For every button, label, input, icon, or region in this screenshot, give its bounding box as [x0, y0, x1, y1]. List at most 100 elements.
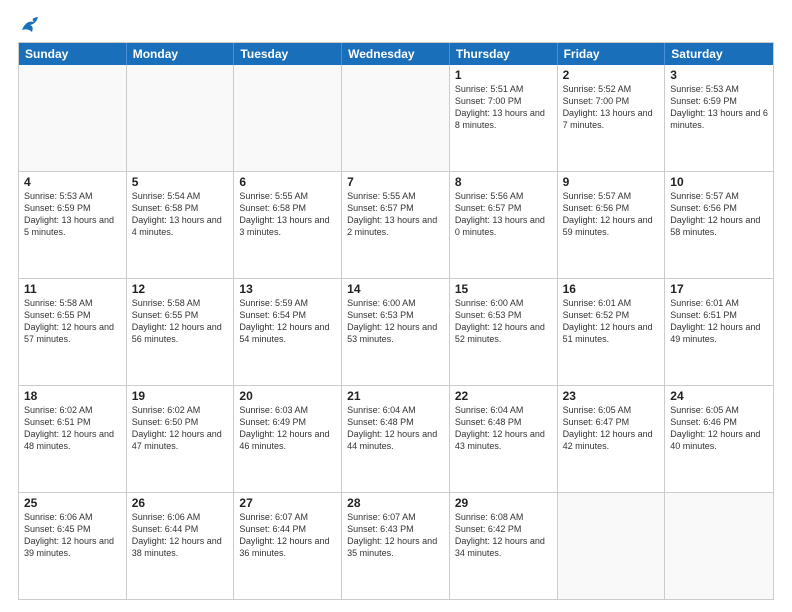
- cell-info: Sunrise: 6:07 AM Sunset: 6:44 PM Dayligh…: [239, 511, 336, 560]
- day-number: 25: [24, 496, 121, 510]
- cell-info: Sunrise: 5:54 AM Sunset: 6:58 PM Dayligh…: [132, 190, 229, 239]
- day-number: 2: [563, 68, 660, 82]
- cell-info: Sunrise: 6:03 AM Sunset: 6:49 PM Dayligh…: [239, 404, 336, 453]
- day-number: 9: [563, 175, 660, 189]
- cell-info: Sunrise: 6:08 AM Sunset: 6:42 PM Dayligh…: [455, 511, 552, 560]
- day-number: 19: [132, 389, 229, 403]
- cell-info: Sunrise: 5:55 AM Sunset: 6:58 PM Dayligh…: [239, 190, 336, 239]
- day-number: 6: [239, 175, 336, 189]
- cal-cell: 25Sunrise: 6:06 AM Sunset: 6:45 PM Dayli…: [19, 493, 127, 599]
- cal-cell: [558, 493, 666, 599]
- calendar-header: SundayMondayTuesdayWednesdayThursdayFrid…: [19, 43, 773, 65]
- cell-info: Sunrise: 5:52 AM Sunset: 7:00 PM Dayligh…: [563, 83, 660, 132]
- cell-info: Sunrise: 5:53 AM Sunset: 6:59 PM Dayligh…: [24, 190, 121, 239]
- cal-cell: 14Sunrise: 6:00 AM Sunset: 6:53 PM Dayli…: [342, 279, 450, 385]
- cal-cell: 24Sunrise: 6:05 AM Sunset: 6:46 PM Dayli…: [665, 386, 773, 492]
- cal-cell: 1Sunrise: 5:51 AM Sunset: 7:00 PM Daylig…: [450, 65, 558, 171]
- header: [18, 16, 774, 34]
- day-header-tuesday: Tuesday: [234, 43, 342, 65]
- cell-info: Sunrise: 5:55 AM Sunset: 6:57 PM Dayligh…: [347, 190, 444, 239]
- logo-bird-icon: [20, 16, 42, 34]
- day-number: 23: [563, 389, 660, 403]
- day-number: 1: [455, 68, 552, 82]
- calendar-body: 1Sunrise: 5:51 AM Sunset: 7:00 PM Daylig…: [19, 65, 773, 599]
- cal-cell: 20Sunrise: 6:03 AM Sunset: 6:49 PM Dayli…: [234, 386, 342, 492]
- cal-cell: 5Sunrise: 5:54 AM Sunset: 6:58 PM Daylig…: [127, 172, 235, 278]
- cell-info: Sunrise: 6:02 AM Sunset: 6:50 PM Dayligh…: [132, 404, 229, 453]
- day-header-wednesday: Wednesday: [342, 43, 450, 65]
- cal-cell: 10Sunrise: 5:57 AM Sunset: 6:56 PM Dayli…: [665, 172, 773, 278]
- cal-cell: [234, 65, 342, 171]
- cal-cell: 2Sunrise: 5:52 AM Sunset: 7:00 PM Daylig…: [558, 65, 666, 171]
- cal-cell: 16Sunrise: 6:01 AM Sunset: 6:52 PM Dayli…: [558, 279, 666, 385]
- day-number: 5: [132, 175, 229, 189]
- cal-cell: 9Sunrise: 5:57 AM Sunset: 6:56 PM Daylig…: [558, 172, 666, 278]
- cal-cell: [665, 493, 773, 599]
- cell-info: Sunrise: 5:58 AM Sunset: 6:55 PM Dayligh…: [24, 297, 121, 346]
- day-header-thursday: Thursday: [450, 43, 558, 65]
- cell-info: Sunrise: 6:04 AM Sunset: 6:48 PM Dayligh…: [347, 404, 444, 453]
- day-number: 12: [132, 282, 229, 296]
- cal-cell: 17Sunrise: 6:01 AM Sunset: 6:51 PM Dayli…: [665, 279, 773, 385]
- cal-cell: 22Sunrise: 6:04 AM Sunset: 6:48 PM Dayli…: [450, 386, 558, 492]
- logo-text: [18, 16, 42, 34]
- day-header-saturday: Saturday: [665, 43, 773, 65]
- cell-info: Sunrise: 6:04 AM Sunset: 6:48 PM Dayligh…: [455, 404, 552, 453]
- day-header-friday: Friday: [558, 43, 666, 65]
- day-number: 18: [24, 389, 121, 403]
- week-row-1: 1Sunrise: 5:51 AM Sunset: 7:00 PM Daylig…: [19, 65, 773, 172]
- cal-cell: 8Sunrise: 5:56 AM Sunset: 6:57 PM Daylig…: [450, 172, 558, 278]
- day-number: 16: [563, 282, 660, 296]
- cell-info: Sunrise: 6:02 AM Sunset: 6:51 PM Dayligh…: [24, 404, 121, 453]
- day-number: 8: [455, 175, 552, 189]
- cell-info: Sunrise: 5:56 AM Sunset: 6:57 PM Dayligh…: [455, 190, 552, 239]
- day-number: 21: [347, 389, 444, 403]
- week-row-4: 18Sunrise: 6:02 AM Sunset: 6:51 PM Dayli…: [19, 386, 773, 493]
- cal-cell: 18Sunrise: 6:02 AM Sunset: 6:51 PM Dayli…: [19, 386, 127, 492]
- cell-info: Sunrise: 6:00 AM Sunset: 6:53 PM Dayligh…: [455, 297, 552, 346]
- day-number: 11: [24, 282, 121, 296]
- calendar: SundayMondayTuesdayWednesdayThursdayFrid…: [18, 42, 774, 600]
- day-number: 22: [455, 389, 552, 403]
- week-row-5: 25Sunrise: 6:06 AM Sunset: 6:45 PM Dayli…: [19, 493, 773, 599]
- cal-cell: 7Sunrise: 5:55 AM Sunset: 6:57 PM Daylig…: [342, 172, 450, 278]
- cal-cell: [342, 65, 450, 171]
- day-number: 14: [347, 282, 444, 296]
- day-number: 10: [670, 175, 768, 189]
- page: SundayMondayTuesdayWednesdayThursdayFrid…: [0, 0, 792, 612]
- day-number: 28: [347, 496, 444, 510]
- cal-cell: 27Sunrise: 6:07 AM Sunset: 6:44 PM Dayli…: [234, 493, 342, 599]
- day-number: 27: [239, 496, 336, 510]
- day-number: 29: [455, 496, 552, 510]
- day-number: 26: [132, 496, 229, 510]
- day-number: 17: [670, 282, 768, 296]
- cal-cell: 11Sunrise: 5:58 AM Sunset: 6:55 PM Dayli…: [19, 279, 127, 385]
- day-number: 7: [347, 175, 444, 189]
- logo: [18, 16, 42, 34]
- cell-info: Sunrise: 6:05 AM Sunset: 6:47 PM Dayligh…: [563, 404, 660, 453]
- cal-cell: [127, 65, 235, 171]
- cal-cell: 28Sunrise: 6:07 AM Sunset: 6:43 PM Dayli…: [342, 493, 450, 599]
- cell-info: Sunrise: 6:01 AM Sunset: 6:51 PM Dayligh…: [670, 297, 768, 346]
- week-row-3: 11Sunrise: 5:58 AM Sunset: 6:55 PM Dayli…: [19, 279, 773, 386]
- cell-info: Sunrise: 6:00 AM Sunset: 6:53 PM Dayligh…: [347, 297, 444, 346]
- cell-info: Sunrise: 5:57 AM Sunset: 6:56 PM Dayligh…: [670, 190, 768, 239]
- cal-cell: 23Sunrise: 6:05 AM Sunset: 6:47 PM Dayli…: [558, 386, 666, 492]
- day-number: 13: [239, 282, 336, 296]
- cal-cell: 19Sunrise: 6:02 AM Sunset: 6:50 PM Dayli…: [127, 386, 235, 492]
- cell-info: Sunrise: 6:05 AM Sunset: 6:46 PM Dayligh…: [670, 404, 768, 453]
- cell-info: Sunrise: 6:01 AM Sunset: 6:52 PM Dayligh…: [563, 297, 660, 346]
- day-number: 15: [455, 282, 552, 296]
- cell-info: Sunrise: 5:59 AM Sunset: 6:54 PM Dayligh…: [239, 297, 336, 346]
- cal-cell: 13Sunrise: 5:59 AM Sunset: 6:54 PM Dayli…: [234, 279, 342, 385]
- day-number: 4: [24, 175, 121, 189]
- day-header-sunday: Sunday: [19, 43, 127, 65]
- cell-info: Sunrise: 6:06 AM Sunset: 6:45 PM Dayligh…: [24, 511, 121, 560]
- day-number: 20: [239, 389, 336, 403]
- cal-cell: [19, 65, 127, 171]
- cal-cell: 26Sunrise: 6:06 AM Sunset: 6:44 PM Dayli…: [127, 493, 235, 599]
- cell-info: Sunrise: 5:58 AM Sunset: 6:55 PM Dayligh…: [132, 297, 229, 346]
- cell-info: Sunrise: 6:06 AM Sunset: 6:44 PM Dayligh…: [132, 511, 229, 560]
- cal-cell: 12Sunrise: 5:58 AM Sunset: 6:55 PM Dayli…: [127, 279, 235, 385]
- cal-cell: 29Sunrise: 6:08 AM Sunset: 6:42 PM Dayli…: [450, 493, 558, 599]
